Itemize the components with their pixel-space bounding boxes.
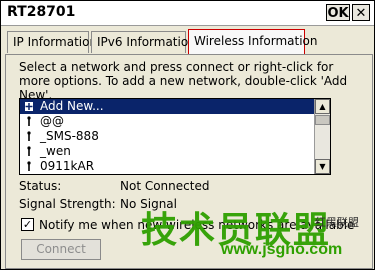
list-item-network[interactable]: 0911kAR [20,159,314,174]
window-title: RT28701 [7,4,76,20]
tab-ipv6-information[interactable]: IPv6 Information [91,31,196,53]
watermark-small: 红黑联盟 [315,217,359,229]
watermark-url: www.jsgho.com [221,241,343,258]
add-network-icon [25,102,33,111]
list-item-add-new[interactable]: Add New... [20,99,314,114]
scroll-down-arrow-icon[interactable]: ▼ [315,159,330,174]
notify-checkbox[interactable]: ✓ [21,218,34,231]
ok-button[interactable]: OK [326,4,350,21]
status-value: Not Connected [120,179,210,193]
instructions-text: Select a network and press connect or ri… [19,60,348,102]
list-item-network[interactable]: _SMS-888 [20,129,314,144]
antenna-icon [27,131,31,141]
title-bar: RT28701 OK ✕ [1,1,374,26]
dialog-window: RT28701 OK ✕ IP Information IPv6 Informa… [0,0,375,270]
scrollbar-thumb[interactable] [315,115,330,125]
network-list[interactable]: Add New... @@ _SMS-888 _wen 0911kAR ▲ ▼ [19,98,331,175]
list-item-network[interactable]: @@ [20,114,314,129]
tab-bar: IP Information IPv6 Information Wireless… [1,25,374,55]
scroll-up-arrow-icon[interactable]: ▲ [315,99,330,114]
status-label: Status: [19,179,62,193]
list-item-label: Add New... [40,99,104,113]
signal-strength-label: Signal Strength: [19,197,116,211]
tab-ip-information[interactable]: IP Information [7,31,97,53]
close-button[interactable]: ✕ [352,4,370,21]
list-item-label: @@ [40,114,64,128]
list-scrollbar[interactable]: ▲ ▼ [314,99,330,174]
list-item-label: 0911kAR [40,159,95,173]
antenna-icon [27,161,31,171]
antenna-icon [27,116,31,126]
list-item-label: _wen [40,144,71,158]
tab-wireless-information[interactable]: Wireless Information [188,29,318,55]
list-item-network[interactable]: _wen [20,144,314,159]
antenna-icon [27,146,31,156]
list-item-label: _SMS-888 [40,129,99,143]
connect-button[interactable]: Connect [21,239,101,260]
